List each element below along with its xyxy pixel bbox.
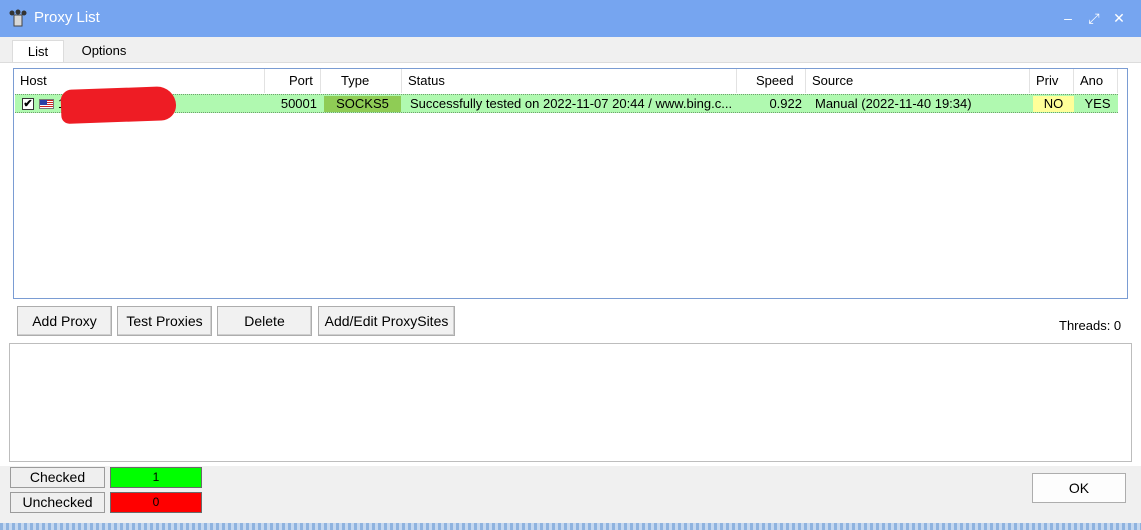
minimize-button[interactable]: –: [1057, 7, 1079, 29]
proxy-table[interactable]: Host Port Type Status Speed Source Priv …: [13, 68, 1128, 299]
title-bar[interactable]: Proxy List – ⤢ ✕: [0, 0, 1141, 37]
server-proxy-icon: [9, 9, 27, 27]
column-header-type[interactable]: Type: [321, 69, 402, 93]
column-header-ano[interactable]: Ano: [1074, 69, 1118, 93]
us-flag-icon: [39, 99, 54, 109]
tab-options[interactable]: Options: [72, 40, 136, 64]
column-header-port[interactable]: Port: [265, 69, 321, 93]
checked-label: Checked: [10, 467, 105, 488]
unchecked-count: 0: [110, 492, 202, 513]
column-header-priv[interactable]: Priv: [1030, 69, 1074, 93]
column-header-speed[interactable]: Speed: [737, 69, 806, 93]
column-header-status[interactable]: Status: [402, 69, 737, 93]
redaction-mark: [60, 86, 177, 124]
speed-cell: 0.922: [769, 96, 802, 111]
port-cell: 50001: [280, 96, 317, 111]
ano-cell: YES: [1084, 96, 1111, 111]
log-panel[interactable]: [9, 343, 1132, 462]
table-row[interactable]: ✔ 1 50001 SOCKS5 Successfully tested on …: [15, 86, 1118, 124]
add-proxy-button[interactable]: Add Proxy: [17, 306, 112, 336]
tab-list[interactable]: List: [12, 40, 64, 64]
type-cell: SOCKS5: [324, 96, 401, 112]
column-header-source[interactable]: Source: [806, 69, 1030, 93]
tab-strip: List Options: [0, 37, 1141, 64]
test-proxies-button[interactable]: Test Proxies: [117, 306, 212, 336]
threads-label: Threads: 0: [1059, 318, 1122, 333]
priv-cell: NO: [1033, 96, 1074, 112]
delete-button[interactable]: Delete: [217, 306, 312, 336]
ok-button[interactable]: OK: [1032, 473, 1126, 503]
unchecked-label: Unchecked: [10, 492, 105, 513]
source-cell: Manual (2022-11-40 19:34): [815, 96, 972, 111]
status-cell: Successfully tested on 2022-11-07 20:44 …: [410, 96, 733, 111]
add-edit-proxysites-button[interactable]: Add/Edit ProxySites: [318, 306, 455, 336]
window-bottom-border: [0, 523, 1141, 530]
close-button[interactable]: ✕: [1108, 7, 1130, 29]
checkbox-checked-icon[interactable]: ✔: [22, 98, 34, 110]
checked-count: 1: [110, 467, 202, 488]
maximize-button[interactable]: ⤢: [1083, 7, 1105, 29]
window-title: Proxy List: [34, 9, 100, 26]
